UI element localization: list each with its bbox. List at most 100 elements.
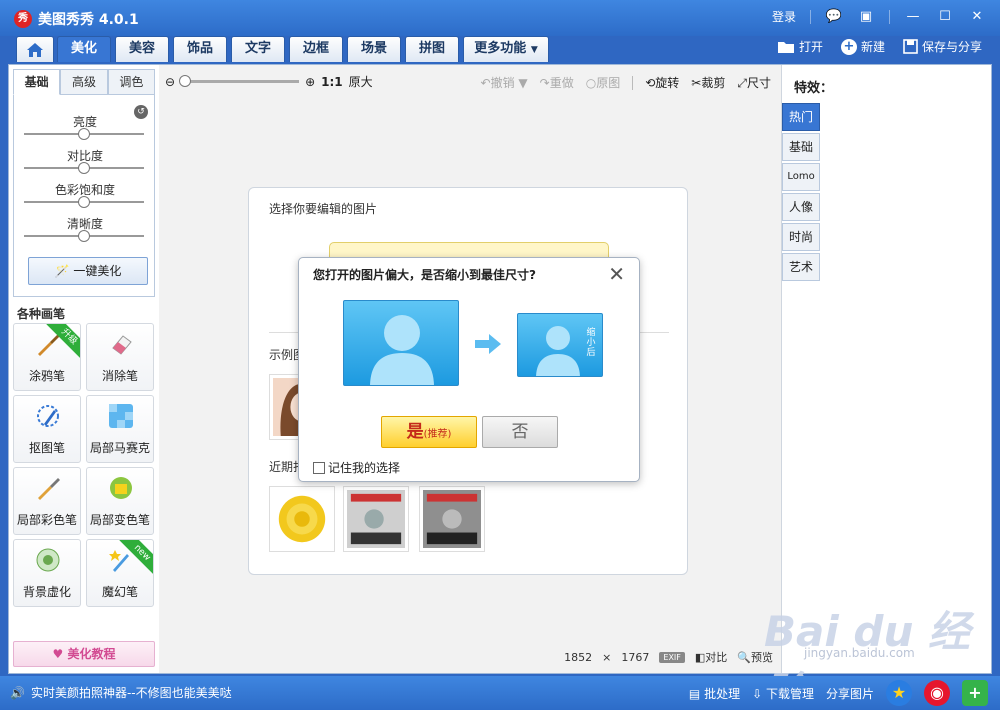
reduced-size-illustration: 缩小后 (517, 313, 603, 377)
zoom-original-button[interactable]: 原大 (349, 73, 373, 90)
one-key-beautify-button[interactable]: 🪄 一键美化 (28, 257, 148, 285)
subtab-basic[interactable]: 基础 (13, 69, 61, 95)
tab-decoration[interactable]: 饰品 (173, 36, 227, 62)
effect-tab-portrait[interactable]: 人像 (782, 193, 820, 221)
save-share-button[interactable]: 保存与分享 (903, 38, 982, 55)
save-share-label: 保存与分享 (921, 40, 982, 54)
tab-frame[interactable]: 边框 (289, 36, 343, 62)
open-label: 打开 (798, 40, 823, 54)
brush-section-title: 各种画笔 (17, 307, 66, 321)
title-bar-controls: 登录 💬 ▣ — ☐ ✕ (772, 8, 986, 25)
remember-checkbox[interactable] (313, 461, 325, 474)
effect-tab-hot[interactable]: 热门 (782, 103, 820, 131)
effect-tab-basic[interactable]: 基础 (782, 133, 820, 161)
compare-button[interactable]: ◧对比 (695, 649, 727, 665)
undo-button[interactable]: ↶撤销 ▼ (481, 74, 528, 91)
tab-text[interactable]: 文字 (231, 36, 285, 62)
effect-tab-fashion[interactable]: 时尚 (782, 223, 820, 251)
slider-knob[interactable] (78, 162, 90, 174)
zoom-out-icon[interactable]: ⊖ (165, 75, 175, 89)
sharpness-slider[interactable] (24, 230, 144, 242)
minimize-button[interactable]: — (904, 9, 922, 25)
original-button[interactable]: ○原图 (586, 74, 621, 91)
crop-button[interactable]: ✂裁剪 (691, 74, 725, 91)
effects-title: 特效： (794, 81, 834, 96)
weibo-icon[interactable]: ◉ (924, 680, 950, 706)
login-link[interactable]: 登录 (772, 8, 796, 25)
image-status: 1852 × 1767 EXIF ◧对比 🔍预览 (564, 649, 773, 665)
add-more-icon[interactable]: + (962, 680, 988, 706)
close-button[interactable]: ✕ (968, 9, 986, 25)
file-toolbar: 打开 + 新建 保存与分享 (777, 38, 982, 55)
effect-tab-art[interactable]: 艺术 (782, 253, 820, 281)
zoom-in-icon[interactable]: ⊕ (305, 75, 315, 89)
brush-local-recolor[interactable]: 局部变色笔 (86, 467, 154, 535)
rotate-button[interactable]: ⟲旋转 (645, 74, 679, 91)
contrast-slider[interactable] (24, 162, 144, 174)
tab-home[interactable] (16, 36, 54, 62)
effect-tab-lomo[interactable]: Lomo (782, 163, 820, 191)
tab-more-features[interactable]: 更多功能 ▼ (463, 36, 549, 62)
divider (810, 9, 811, 24)
redo-button[interactable]: ↷重做 (540, 74, 574, 91)
brush-doodle[interactable]: 升级 涂鸦笔 (13, 323, 81, 391)
slider-knob[interactable] (78, 128, 90, 140)
saturation-slider[interactable] (24, 196, 144, 208)
one-key-label: 一键美化 (73, 264, 122, 278)
batch-button[interactable]: ▤ 批处理 (689, 685, 740, 702)
share-image-label[interactable]: 分享图片 (826, 685, 874, 702)
qzone-star-icon[interactable]: ★ (886, 680, 912, 706)
recent-thumbnail[interactable] (419, 486, 485, 552)
recent-thumbnail[interactable] (343, 486, 409, 552)
brush-background-blur[interactable]: 背景虚化 (13, 539, 81, 607)
main-frame: 基础 高级 调色 ↺ 亮度 对比度 色彩饱和度 清晰度 🪄 一键美化 各种画笔 … (8, 64, 992, 674)
new-button[interactable]: + 新建 (840, 38, 885, 55)
zoom-knob[interactable] (179, 75, 192, 87)
subtab-color[interactable]: 调色 (107, 69, 155, 95)
recent-thumbnail[interactable] (269, 486, 335, 552)
tab-beauty[interactable]: 美容 (115, 36, 169, 62)
yellow-flower-image (273, 490, 331, 548)
tab-collage[interactable]: 拼图 (405, 36, 459, 62)
screenshot-thumbnail-image (423, 490, 481, 548)
beautify-tutorial-button[interactable]: ♥ 美化教程 (13, 641, 155, 667)
image-size-separator: × (602, 650, 612, 664)
plus-icon: + (840, 38, 857, 55)
crop-label: 裁剪 (701, 76, 726, 90)
brush-magic[interactable]: new 魔幻笔 (86, 539, 154, 607)
maximize-button[interactable]: ☐ (936, 9, 954, 25)
download-manager-button[interactable]: ⇩ 下载管理 (752, 685, 814, 702)
brush-cutout[interactable]: 抠图笔 (13, 395, 81, 463)
batch-icon: ▤ (688, 686, 701, 701)
brush-local-color[interactable]: 局部彩色笔 (13, 467, 81, 535)
dialog-close-button[interactable]: ✕ (608, 262, 625, 286)
brush-label: 背景虚化 (22, 585, 71, 599)
brush-label: 魔幻笔 (101, 585, 138, 599)
promo-text: 实时美颜拍照神器--不修图也能美美哒 (30, 686, 232, 700)
chevron-down-icon: ▼ (530, 45, 538, 55)
chevron-down-icon[interactable]: ▼ (518, 76, 527, 90)
feedback-icon[interactable]: 💬 (825, 9, 843, 25)
zoom-bar: ⊖ ⊕ 1:1 原大 (165, 73, 373, 90)
subtab-advanced[interactable]: 高级 (60, 69, 108, 95)
brush-eraser[interactable]: 消除笔 (86, 323, 154, 391)
brush-label: 消除笔 (101, 369, 138, 383)
resize-button[interactable]: ⤢尺寸 (737, 74, 771, 91)
app-title: 美图秀秀 4.0.1 (38, 12, 139, 28)
promo-link[interactable]: 🔊 实时美颜拍照神器--不修图也能美美哒 (10, 684, 232, 701)
tab-beautify[interactable]: 美化 (57, 36, 111, 62)
slider-knob[interactable] (78, 196, 90, 208)
remember-choice[interactable]: 记住我的选择 (313, 459, 400, 476)
menu-icon[interactable]: ▣ (857, 9, 875, 25)
zoom-slider[interactable] (179, 75, 300, 87)
brightness-slider[interactable] (24, 128, 144, 140)
exif-button[interactable]: EXIF (659, 651, 685, 663)
open-button[interactable]: 打开 (777, 38, 823, 55)
slider-knob[interactable] (78, 230, 90, 242)
zoom-ratio[interactable]: 1:1 (321, 75, 343, 89)
tab-scene[interactable]: 场景 (347, 36, 401, 62)
no-button[interactable]: 否 (482, 416, 558, 448)
yes-button[interactable]: 是(推荐) (381, 416, 477, 448)
download-icon: ⇩ (752, 686, 763, 701)
brush-mosaic[interactable]: 局部马赛克 (86, 395, 154, 463)
